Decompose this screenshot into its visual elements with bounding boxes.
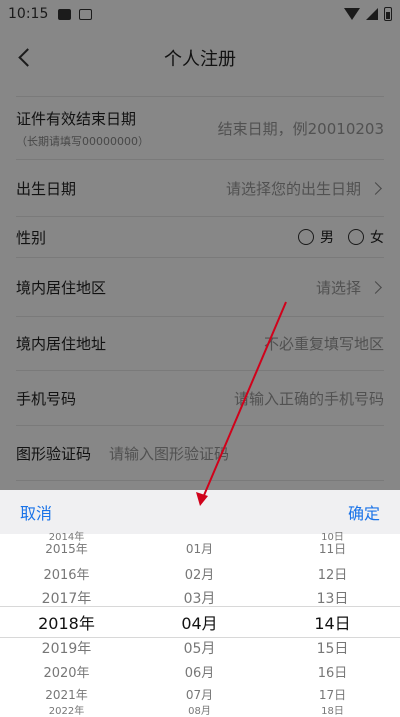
day-wheel[interactable]: 10日 11日 12日 13日 14日 15日 16日 17日 18日 bbox=[266, 532, 399, 717]
cancel-button[interactable]: 取消 bbox=[20, 500, 52, 524]
picker-wheels: 2014年 2015年 2016年 2017年 2018年 2019年 2020年 2021年… bbox=[0, 532, 400, 717]
year-option[interactable]: 2017年 bbox=[0, 588, 133, 608]
date-picker-sheet: 取消 确定 2014年 2015年 2016年 2017年 2018年 2019年 2020… bbox=[0, 490, 400, 717]
day-option[interactable]: 12日 bbox=[266, 564, 399, 583]
confirm-button[interactable]: 确定 bbox=[348, 500, 380, 524]
year-wheel[interactable]: 2014年 2015年 2016年 2017年 2018年 2019年 2020年 2021年… bbox=[0, 532, 133, 717]
month-option[interactable]: 01月 bbox=[133, 540, 266, 557]
year-option[interactable]: 2015年 bbox=[0, 540, 133, 557]
day-option[interactable]: 14日 bbox=[266, 610, 399, 634]
month-option[interactable]: 06月 bbox=[133, 662, 266, 681]
month-option[interactable]: 07月 bbox=[133, 686, 266, 703]
year-option[interactable]: 2016年 bbox=[0, 564, 133, 583]
month-option[interactable]: 08月 bbox=[133, 702, 266, 717]
day-option[interactable]: 16日 bbox=[266, 662, 399, 681]
month-option[interactable]: 03月 bbox=[133, 588, 266, 608]
year-option[interactable]: 2021年 bbox=[0, 686, 133, 703]
year-option[interactable]: 2020年 bbox=[0, 662, 133, 681]
day-option[interactable]: 11日 bbox=[266, 540, 399, 557]
month-option[interactable]: 02月 bbox=[133, 564, 266, 583]
day-option[interactable]: 13日 bbox=[266, 588, 399, 608]
month-option[interactable]: 05月 bbox=[133, 638, 266, 658]
year-option[interactable]: 2019年 bbox=[0, 638, 133, 658]
year-option[interactable]: 2018年 bbox=[0, 610, 133, 634]
month-wheel[interactable]: 01月 02月 03月 04月 05月 06月 07月 08月 bbox=[133, 534, 266, 717]
day-option[interactable]: 17日 bbox=[266, 686, 399, 703]
day-option[interactable]: 15日 bbox=[266, 638, 399, 658]
year-option[interactable]: 2022年 bbox=[0, 702, 133, 717]
day-option[interactable]: 18日 bbox=[266, 702, 399, 717]
month-option[interactable]: 04月 bbox=[133, 610, 266, 634]
